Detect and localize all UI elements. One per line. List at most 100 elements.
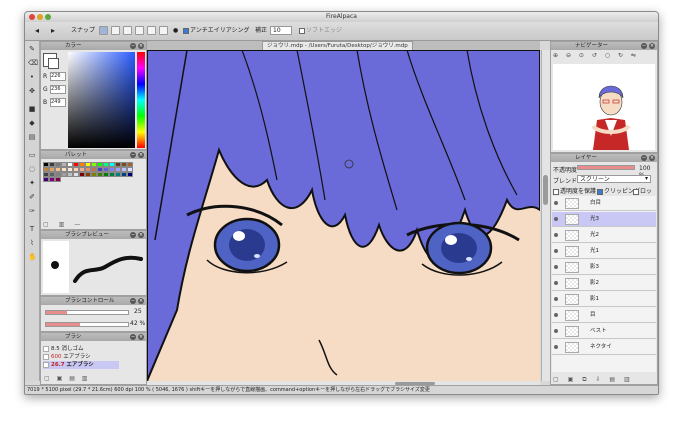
blend-mode-select[interactable]: スクリーン <box>577 175 651 183</box>
palette-menu-icon[interactable]: — <box>74 221 80 228</box>
close-panel-icon[interactable]: × <box>138 298 144 304</box>
collapse-panel-icon[interactable]: − <box>130 232 136 238</box>
snap-settings-icon[interactable]: ● <box>173 26 178 36</box>
snap-grid-button[interactable] <box>123 26 132 35</box>
flip-icon[interactable]: ⇋ <box>631 52 636 59</box>
brush-item[interactable]: 600 エアブラシ <box>43 353 119 361</box>
dot-tool-icon[interactable]: • <box>28 73 36 81</box>
layer-row[interactable]: ベスト <box>552 324 656 339</box>
new-folder-icon[interactable]: ▣ <box>568 376 574 383</box>
close-panel-icon[interactable]: × <box>649 155 655 161</box>
hand-tool-icon[interactable]: ✋ <box>28 253 37 261</box>
zoom-out-icon[interactable]: ⊖ <box>566 52 571 59</box>
drawing-canvas[interactable] <box>147 50 540 381</box>
zoom-window-button[interactable] <box>45 14 51 20</box>
zoom-fit-icon[interactable]: ⊙ <box>579 52 584 59</box>
brush-size-slider[interactable] <box>45 310 129 315</box>
eyedropper-tool-icon[interactable]: ⌇ <box>28 239 36 247</box>
collapse-panel-icon[interactable]: − <box>130 152 136 158</box>
layer-row[interactable]: 影1 <box>552 292 656 307</box>
secondary-color-swatch[interactable] <box>48 58 59 69</box>
add-palette-icon[interactable]: ▢ <box>43 221 49 228</box>
close-window-button[interactable] <box>29 14 35 20</box>
canvas-vertical-scrollbar[interactable] <box>541 50 550 381</box>
saturation-value-picker[interactable] <box>68 52 135 148</box>
minimize-window-button[interactable] <box>37 14 43 20</box>
r-value-field[interactable]: 226 <box>50 72 66 81</box>
rotate-right-icon[interactable]: ↻ <box>618 52 623 59</box>
hue-slider[interactable] <box>137 52 145 148</box>
collapse-panel-icon[interactable]: − <box>130 43 136 49</box>
collapse-panel-icon[interactable]: − <box>130 298 136 304</box>
palette-swatch[interactable] <box>127 172 133 177</box>
visibility-eye-icon[interactable] <box>554 313 558 317</box>
magic-wand-icon[interactable]: ✦ <box>28 179 36 187</box>
bucket-tool-icon[interactable]: ◆ <box>28 119 36 127</box>
layer-opacity-slider[interactable] <box>577 165 635 170</box>
select-tool-icon[interactable]: ▭ <box>28 151 36 159</box>
eraser-tool-icon[interactable]: ⌫ <box>28 59 38 67</box>
layer-row[interactable]: 光2 <box>552 228 656 243</box>
visibility-eye-icon[interactable] <box>554 345 558 349</box>
protect-alpha-checkbox[interactable]: 透明度を保護 <box>553 186 596 195</box>
collapse-panel-icon[interactable]: − <box>641 43 647 49</box>
visibility-eye-icon[interactable] <box>554 249 558 253</box>
snap-off-button[interactable] <box>99 26 108 35</box>
rotate-reset-icon[interactable]: ○ <box>605 52 610 59</box>
snap-radial-button[interactable] <box>135 26 144 35</box>
layer-row[interactable]: 光3 <box>552 212 656 227</box>
delete-palette-icon[interactable]: ▥ <box>59 221 65 228</box>
delete-brush-icon[interactable]: ▥ <box>82 375 88 382</box>
visibility-eye-icon[interactable] <box>554 265 558 269</box>
next-icon[interactable]: ▸ <box>51 26 55 36</box>
antialias-checkbox[interactable]: アンチエイリアシング <box>183 26 250 36</box>
select-eraser-icon[interactable]: ✑ <box>28 207 36 215</box>
brush-item[interactable]: 8.5 消しゴム <box>43 345 119 353</box>
text-tool-icon[interactable]: T <box>28 225 36 233</box>
visibility-eye-icon[interactable] <box>554 297 558 301</box>
brush-settings-icon[interactable]: ▤ <box>69 375 75 382</box>
close-panel-icon[interactable]: × <box>138 232 144 238</box>
layer-row[interactable]: 光1 <box>552 244 656 259</box>
close-panel-icon[interactable]: × <box>138 152 144 158</box>
brush-tool-icon[interactable]: ✎ <box>28 45 36 53</box>
brush-opacity-slider[interactable] <box>45 322 129 327</box>
fill-tool-icon[interactable]: ■ <box>28 105 36 113</box>
snap-curve-button[interactable] <box>159 26 168 35</box>
duplicate-brush-icon[interactable]: ▣ <box>57 375 63 382</box>
collapse-panel-icon[interactable]: − <box>130 334 136 340</box>
new-layer-icon[interactable]: ▢ <box>553 376 559 383</box>
navigator-preview[interactable] <box>553 64 655 150</box>
layer-row[interactable]: 目 <box>552 308 656 323</box>
layer-settings-icon[interactable]: ▤ <box>609 376 615 383</box>
add-brush-icon[interactable]: ▢ <box>44 375 50 382</box>
close-panel-icon[interactable]: × <box>138 43 144 49</box>
g-value-field[interactable]: 236 <box>50 85 66 94</box>
merge-layer-icon[interactable]: ⇩ <box>595 376 600 383</box>
select-pen-icon[interactable]: ✐ <box>28 193 36 201</box>
vertical-scroll-thumb[interactable] <box>543 175 548 205</box>
prev-icon[interactable]: ◂ <box>35 26 39 36</box>
rotate-left-icon[interactable]: ↺ <box>592 52 597 59</box>
snap-parallel-button[interactable] <box>111 26 120 35</box>
visibility-eye-icon[interactable] <box>554 329 558 333</box>
visibility-eye-icon[interactable] <box>554 281 558 285</box>
duplicate-layer-icon[interactable]: ⧉ <box>582 376 586 383</box>
layer-row[interactable]: ネクタイ <box>552 340 656 355</box>
zoom-in-icon[interactable]: ⊕ <box>553 52 558 59</box>
delete-layer-icon[interactable]: ▥ <box>624 376 630 383</box>
collapse-panel-icon[interactable]: − <box>641 155 647 161</box>
layer-row[interactable]: 白目 <box>552 196 656 211</box>
gradient-tool-icon[interactable]: ▤ <box>28 133 36 141</box>
correction-stepper[interactable]: 10 <box>270 26 292 35</box>
close-panel-icon[interactable]: × <box>138 334 144 340</box>
b-value-field[interactable]: 249 <box>50 98 66 107</box>
visibility-eye-icon[interactable] <box>554 217 558 221</box>
palette-swatch[interactable] <box>55 177 61 182</box>
layer-row[interactable]: 影2 <box>552 276 656 291</box>
close-panel-icon[interactable]: × <box>649 43 655 49</box>
move-tool-icon[interactable]: ✥ <box>28 87 36 95</box>
brush-item-selected[interactable]: 26.7 エアブラシ <box>43 361 119 369</box>
soft-edge-checkbox[interactable]: ソフトエッジ <box>299 26 342 36</box>
lasso-tool-icon[interactable]: ◌ <box>28 165 36 173</box>
